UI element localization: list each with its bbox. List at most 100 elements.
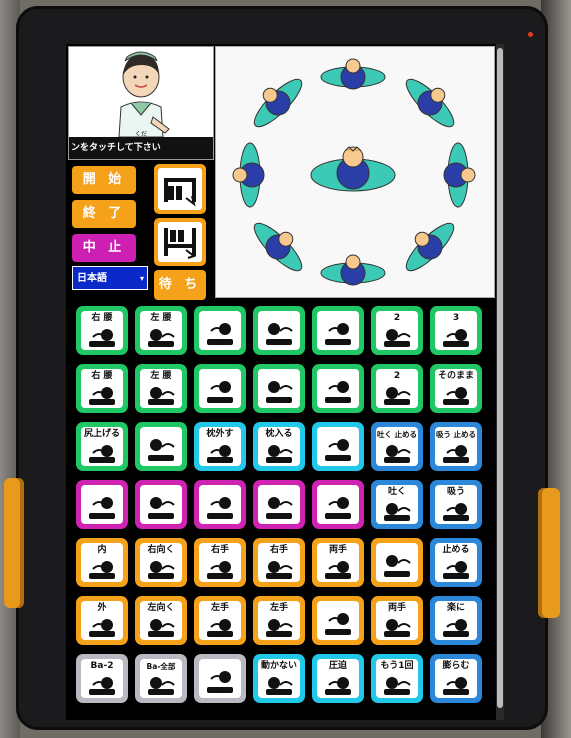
- tile-bed-incline[interactable]: [194, 480, 246, 529]
- tile-head-turn-3[interactable]: 3: [430, 306, 482, 355]
- tile-turn-body-back[interactable]: [253, 306, 305, 355]
- tile-face: 右向く: [140, 543, 182, 582]
- tile-reverse-turn[interactable]: [194, 364, 246, 413]
- tile-bed-tilt[interactable]: [76, 480, 128, 529]
- language-select[interactable]: 日本語 ▾: [72, 266, 148, 290]
- tile-label: 外: [97, 603, 107, 613]
- tile-face: 右手: [199, 543, 241, 582]
- tile-inhale-stop[interactable]: 吸う 止める: [430, 422, 482, 471]
- bed-down-icon: [164, 228, 197, 259]
- tile-scanner[interactable]: [312, 480, 364, 529]
- tile-compress[interactable]: 圧迫: [312, 654, 364, 703]
- tile-face-left[interactable]: 左向く: [135, 596, 187, 645]
- bed-incline-icon: [203, 489, 237, 521]
- tile-face: 枕外す: [199, 427, 241, 466]
- tile-head-reverse-2[interactable]: 2: [371, 364, 423, 413]
- tile-remove-pillow[interactable]: 枕外す: [194, 422, 246, 471]
- end-button[interactable]: 終 了: [72, 200, 136, 228]
- tile-right-hand-raise[interactable]: 右手: [253, 538, 305, 587]
- tile-inflate[interactable]: 膨らむ: [430, 654, 482, 703]
- tile-face: 尻上げる: [81, 427, 123, 466]
- dont-move-icon: [262, 673, 296, 695]
- tile-relax[interactable]: 楽に: [430, 596, 482, 645]
- scrollbar[interactable]: [496, 44, 504, 720]
- tile-hip-left-down[interactable]: 左 腰: [135, 364, 187, 413]
- tile-barium-all[interactable]: Ba-全部: [135, 654, 187, 703]
- tile-both-hands-down[interactable]: 両手: [371, 596, 423, 645]
- tile-label: 止める: [442, 545, 470, 555]
- tile-hand-stay[interactable]: そのまま: [430, 364, 482, 413]
- tile-stop-breath[interactable]: 止める: [430, 538, 482, 587]
- tile-hip-left[interactable]: 左 腰: [135, 306, 187, 355]
- patient-top-left-icon[interactable]: [243, 68, 309, 134]
- tile-exhale-stop[interactable]: 吐く 止める: [371, 422, 423, 471]
- tile-head-reverse[interactable]: [312, 364, 364, 413]
- tile-face-right[interactable]: 右向く: [135, 538, 187, 587]
- tile-reverse-turn-back[interactable]: [253, 364, 305, 413]
- tile-exhale[interactable]: 吐く: [371, 480, 423, 529]
- tile-face: 吸う: [435, 485, 477, 524]
- leg-raise-icon: [380, 547, 414, 579]
- tile-arm-inward[interactable]: 内: [76, 538, 128, 587]
- right-hand-raise-icon: [262, 557, 296, 579]
- wait-button[interactable]: 待 ち: [154, 270, 206, 300]
- tile-turn-body[interactable]: [194, 306, 246, 355]
- patient-bottom-icon[interactable]: [320, 254, 386, 286]
- tile-label: 右 腰: [91, 313, 113, 323]
- bed-up-button[interactable]: [154, 164, 206, 214]
- tile-bed-down[interactable]: [312, 422, 364, 471]
- tile-label: 尻上げる: [83, 429, 120, 439]
- tile-stand[interactable]: [253, 480, 305, 529]
- tile-barium-2[interactable]: Ba-2: [76, 654, 128, 703]
- tile-arm-outward[interactable]: 外: [76, 596, 128, 645]
- tile-face: 左 腰: [140, 311, 182, 350]
- tile-label: 3: [452, 313, 460, 323]
- tile-inhale[interactable]: 吸う: [430, 480, 482, 529]
- language-value: 日本語: [77, 273, 107, 284]
- tile-insert-pillow[interactable]: 枕入る: [253, 422, 305, 471]
- tile-hip-right[interactable]: 右 腰: [76, 306, 128, 355]
- power-led: [528, 32, 533, 37]
- tile-label: 吐く: [387, 487, 406, 497]
- tile-hip-right-down[interactable]: 右 腰: [76, 364, 128, 413]
- tile-head-turn[interactable]: [312, 306, 364, 355]
- tile-head-turn-2[interactable]: 2: [371, 306, 423, 355]
- left-hand-down-icon: [203, 615, 237, 637]
- tile-raise-head[interactable]: [135, 422, 187, 471]
- tile-both-hands[interactable]: 両手: [312, 538, 364, 587]
- stop-button[interactable]: 中 止: [72, 234, 136, 262]
- patient-top-right-icon[interactable]: [399, 68, 465, 134]
- patient-center-icon[interactable]: [310, 146, 396, 192]
- tile-arms-out[interactable]: [312, 596, 364, 645]
- tile-label: 両手: [387, 603, 406, 613]
- tile-once-more[interactable]: もう1回: [371, 654, 423, 703]
- inhale-icon: [439, 499, 473, 521]
- tile-label: Ba-全部: [146, 662, 176, 671]
- arm-inward-icon: [85, 557, 119, 579]
- tile-face: 左手: [258, 601, 300, 640]
- tile-face: [258, 485, 300, 524]
- tile-leg-raise[interactable]: [371, 538, 423, 587]
- patient-left-icon[interactable]: [232, 142, 265, 208]
- patient-top-icon[interactable]: [320, 58, 386, 90]
- tile-dont-move[interactable]: 動かない: [253, 654, 305, 703]
- tile-raise-hip[interactable]: 尻上げる: [76, 422, 128, 471]
- tile-label: 枕入る: [265, 429, 293, 439]
- scrollbar-thumb[interactable]: [497, 48, 503, 708]
- patient-right-icon[interactable]: [443, 142, 476, 208]
- arms-out-icon: [321, 605, 355, 637]
- tile-drink[interactable]: [194, 654, 246, 703]
- once-more-icon: [380, 673, 414, 695]
- bed-down-button[interactable]: [154, 218, 206, 266]
- tile-bed-flat[interactable]: [135, 480, 187, 529]
- patient-bottom-left-icon[interactable]: [247, 212, 313, 278]
- patient-bottom-right-icon[interactable]: [395, 212, 461, 278]
- start-button[interactable]: 開 始: [72, 166, 136, 194]
- position-panel[interactable]: [215, 46, 495, 298]
- tile-left-hand-raise[interactable]: 左手: [253, 596, 305, 645]
- tile-face: 右 腰: [81, 311, 123, 350]
- tile-face: 2: [376, 311, 418, 350]
- tile-right-hand-up[interactable]: 右手: [194, 538, 246, 587]
- tile-face: 左 腰: [140, 369, 182, 408]
- tile-left-hand-down[interactable]: 左手: [194, 596, 246, 645]
